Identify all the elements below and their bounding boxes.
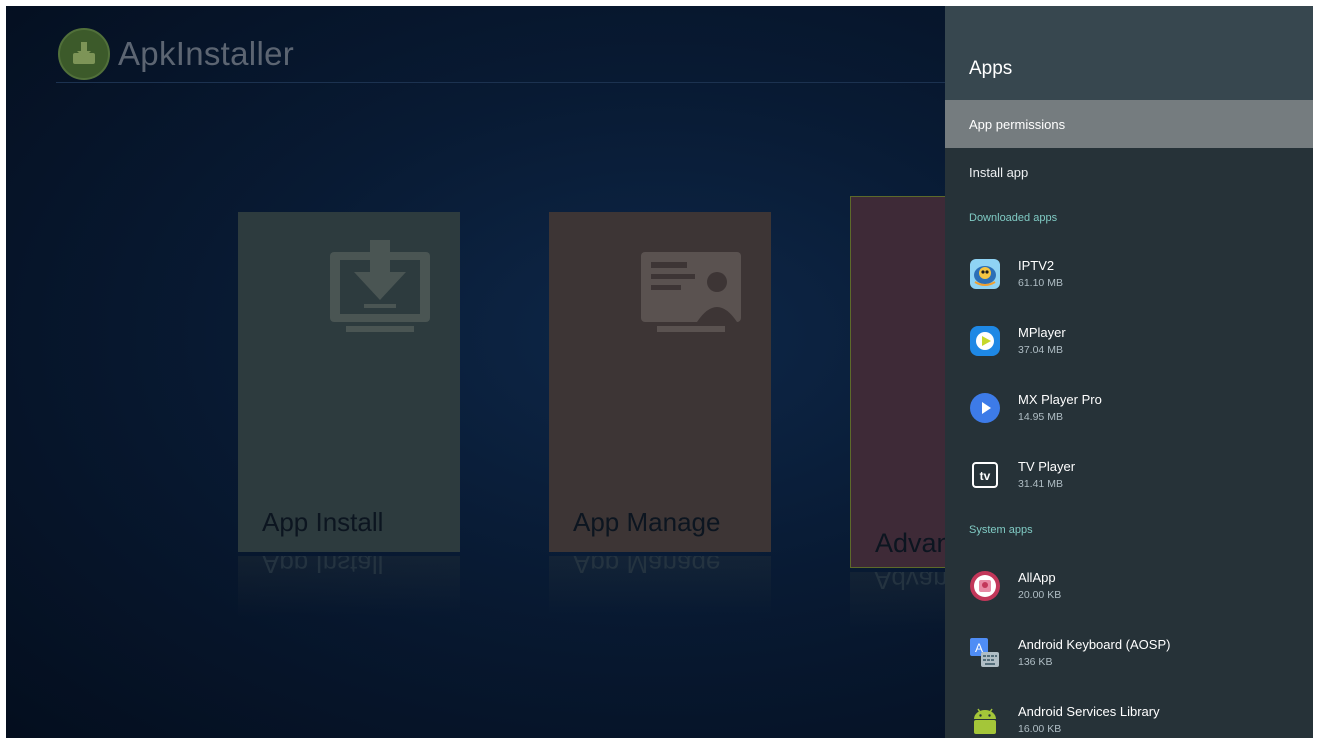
- mplayer-icon: [969, 325, 1001, 357]
- app-install-label: App Install: [262, 507, 384, 537]
- app-name: AllApp: [1018, 569, 1056, 585]
- app-install-reflection-label: App Install: [262, 556, 384, 579]
- app-row-android-keyboard[interactable]: A Android Keyboard (AOSP) 136 KB: [945, 619, 1313, 686]
- advanced-label: Advan: [875, 528, 952, 558]
- app-row-mx-player-pro[interactable]: MX Player Pro 14.95 MB: [945, 374, 1313, 441]
- app-permissions-item[interactable]: App permissions: [945, 100, 1313, 148]
- download-to-screen-icon: [324, 230, 436, 343]
- app-manage-label: App Manage: [573, 507, 721, 537]
- app-manage-tile[interactable]: App Manage: [549, 212, 771, 552]
- keyboard-icon: A: [969, 637, 1001, 669]
- install-app-label: Install app: [969, 164, 1029, 180]
- app-manage-icon: [635, 230, 747, 343]
- app-manage-reflection-label: App Manage: [573, 556, 721, 579]
- install-app-item[interactable]: Install app: [945, 148, 1313, 196]
- panel-header: Apps: [945, 6, 1313, 100]
- app-size: 14.95 MB: [1018, 410, 1063, 423]
- panel-title: Apps: [969, 58, 1013, 79]
- header-divider: [56, 82, 1056, 83]
- app-header: ApkInstaller: [58, 28, 294, 80]
- app-row-tv-player[interactable]: tv TV Player 31.41 MB: [945, 441, 1313, 508]
- app-row-iptv2[interactable]: IPTV2 61.10 MB: [945, 240, 1313, 307]
- app-size: 37.04 MB: [1018, 343, 1063, 356]
- app-manage-reflection: App Manage: [549, 556, 771, 616]
- allapp-icon: [969, 570, 1001, 602]
- app-install-tile[interactable]: App Install: [238, 212, 460, 552]
- app-name: MPlayer: [1018, 324, 1066, 340]
- iptv2-icon: [969, 258, 1001, 290]
- app-size: 31.41 MB: [1018, 477, 1063, 490]
- app-size: 16.00 KB: [1018, 722, 1062, 735]
- app-row-android-services-library[interactable]: Android Services Library 16.00 KB: [945, 686, 1313, 738]
- android-icon: [969, 704, 1001, 736]
- app-title: ApkInstaller: [118, 35, 295, 72]
- app-row-allapp[interactable]: AllApp 20.00 KB: [945, 552, 1313, 619]
- app-permissions-label: App permissions: [969, 116, 1066, 132]
- apkinstaller-logo-icon: [58, 28, 110, 80]
- system-apps-header: System apps: [969, 524, 1033, 536]
- app-name: IPTV2: [1018, 257, 1055, 273]
- app-name: MX Player Pro: [1018, 391, 1102, 407]
- advanced-reflection-label: Advan: [874, 572, 948, 595]
- app-size: 136 KB: [1018, 655, 1053, 668]
- svg-text:tv: tv: [980, 469, 991, 483]
- app-name: TV Player: [1018, 458, 1076, 474]
- app-size: 20.00 KB: [1018, 588, 1062, 601]
- app-row-mplayer[interactable]: MPlayer 37.04 MB: [945, 307, 1313, 374]
- app-name: Android Keyboard (AOSP): [1018, 636, 1171, 652]
- app-install-reflection: App Install: [238, 556, 460, 616]
- mx-player-icon: [969, 392, 1001, 424]
- apps-settings-panel: Apps App permissions Install app Downloa…: [945, 6, 1313, 738]
- tv-player-icon: tv: [969, 459, 1001, 491]
- downloaded-apps-header: Downloaded apps: [969, 212, 1058, 224]
- app-name: Android Services Library: [1018, 703, 1160, 719]
- app-size: 61.10 MB: [1018, 276, 1063, 289]
